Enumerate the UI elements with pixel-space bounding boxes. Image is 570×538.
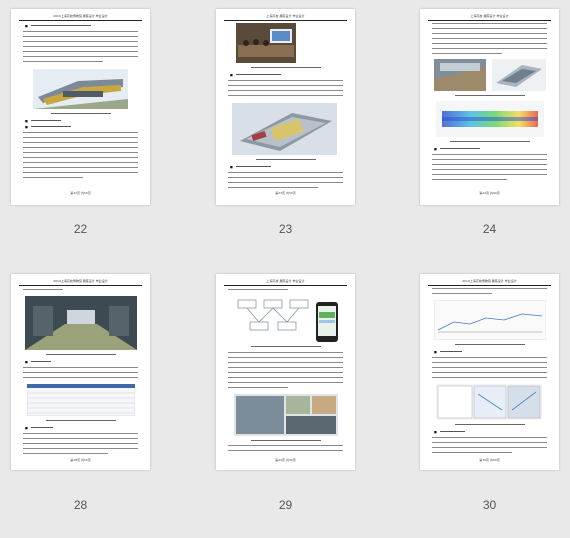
page-footer: 第24页 共50页 — [479, 191, 500, 195]
page-thumbnail-grid: 2019上海高校博物馆 展陈设计 毕业设计 ■ ■ ■ 第22页 共50页 22… — [0, 0, 570, 538]
page-header: 2019上海高校博物馆 展陈设计 毕业设计 — [19, 13, 142, 21]
page-thumbnail-29[interactable]: 上海高校 展陈设计 毕业设计 第29页 共50页 — [216, 274, 355, 470]
site-photo-image — [434, 59, 486, 91]
page-header: 上海高校 展陈设计 毕业设计 — [224, 13, 347, 21]
page-footer: 第29页 共50页 — [275, 458, 296, 462]
page-number-label: 28 — [73, 498, 88, 512]
section-heading: ■ — [25, 24, 28, 28]
flow-diagram-image — [234, 296, 314, 340]
phone-screenshot-image — [316, 302, 338, 342]
page-thumbnail-28[interactable]: 2019上海高校博物馆 展陈设计 毕业设计 ■ ■ 第28页 共50页 — [11, 274, 150, 470]
station-render-image — [33, 69, 128, 109]
page-thumbnail-23[interactable]: 上海高校 展陈设计 毕业设计 ■ ■ 第23页 共50页 — [216, 9, 355, 205]
page-footer: 第22页 共50页 — [70, 191, 91, 195]
bim-model-image — [232, 103, 337, 155]
profile-chart-image — [434, 300, 546, 340]
page-header: 2019上海高校博物馆 展陈设计 毕业设计 — [19, 278, 142, 286]
page-number-label: 29 — [278, 498, 293, 512]
page-number-label: 22 — [73, 222, 88, 236]
page-number-label: 23 — [278, 222, 293, 236]
page-number-label: 30 — [482, 498, 497, 512]
interior-render-image — [25, 296, 137, 350]
drawing-sheets-image — [436, 384, 542, 420]
page-number-label: 24 — [482, 222, 497, 236]
heatmap-image — [436, 101, 544, 137]
page-header: 上海高校 展陈设计 毕业设计 — [428, 13, 551, 21]
page-footer: 第28页 共50页 — [70, 458, 91, 462]
collage-image — [234, 394, 338, 436]
page-footer: 第23页 共50页 — [275, 191, 296, 195]
page-header: 上海高校 展陈设计 毕业设计 — [224, 278, 347, 286]
model-view-image — [492, 59, 546, 91]
page-thumbnail-24[interactable]: 上海高校 展陈设计 毕业设计 ■ 第24页 共50页 — [420, 9, 559, 205]
page-thumbnail-30[interactable]: 2019上海高校博物馆 展陈设计 毕业设计 ■ ■ 第30页 共50页 — [420, 274, 559, 470]
page-header: 2019上海高校博物馆 展陈设计 毕业设计 — [428, 278, 551, 286]
page-footer: 第30页 共50页 — [479, 458, 500, 462]
table-screenshot-image — [27, 384, 135, 416]
meeting-photo-image — [236, 23, 296, 63]
page-thumbnail-22[interactable]: 2019上海高校博物馆 展陈设计 毕业设计 ■ ■ ■ 第22页 共50页 — [11, 9, 150, 205]
